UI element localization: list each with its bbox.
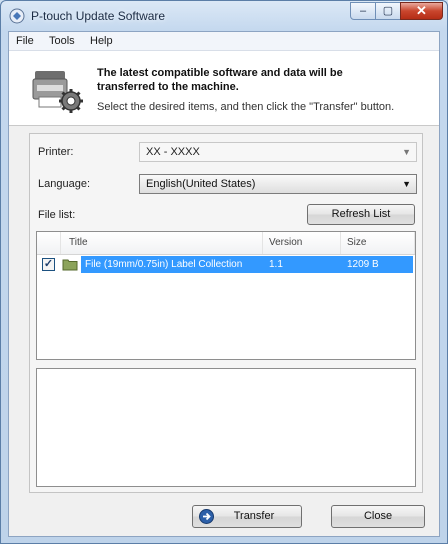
file-list[interactable]: Title Version Size ✓ File (19mm/0.75in) …: [36, 231, 416, 360]
menu-bar: File Tools Help: [9, 32, 439, 51]
printer-select[interactable]: XX - XXXX ▼: [139, 142, 417, 162]
row-version: 1.1: [269, 259, 283, 270]
language-select[interactable]: English(United States) ▼: [139, 174, 417, 194]
column-checkbox[interactable]: [37, 232, 61, 254]
header-subtitle: Select the desired items, and then click…: [97, 101, 395, 113]
menu-file[interactable]: File: [16, 35, 34, 47]
title-bar[interactable]: P-touch Update Software – ▢ ✕: [1, 1, 447, 31]
minimize-button[interactable]: –: [350, 2, 376, 20]
column-title[interactable]: Title: [61, 232, 263, 254]
chevron-down-icon: ▼: [402, 179, 411, 189]
column-version[interactable]: Version: [263, 232, 341, 254]
language-label: Language:: [38, 178, 90, 190]
row-size: 1209 B: [347, 259, 379, 270]
transfer-arrow-icon: [199, 509, 214, 524]
folder-icon: [62, 259, 78, 271]
menu-tools[interactable]: Tools: [49, 35, 75, 47]
header-banner: The latest compatible software and data …: [9, 51, 439, 126]
close-button[interactable]: Close: [331, 505, 425, 528]
row-title: File (19mm/0.75in) Label Collection: [85, 259, 243, 270]
window-title: P-touch Update Software: [31, 9, 166, 23]
printer-label: Printer:: [38, 146, 74, 158]
main-panel: Printer: XX - XXXX ▼ Language: English(U…: [29, 133, 423, 493]
language-value: English(United States): [146, 178, 256, 190]
transfer-label: Transfer: [233, 510, 275, 522]
chevron-down-icon: ▼: [402, 147, 411, 157]
list-header: Title Version Size: [37, 232, 415, 255]
menu-help[interactable]: Help: [90, 35, 113, 47]
printer-gear-icon: [32, 71, 83, 113]
refresh-list-button[interactable]: Refresh List: [307, 204, 415, 225]
app-icon: [9, 8, 25, 24]
client-area: File Tools Help The latest compatible so…: [8, 31, 440, 537]
file-list-label: File list:: [38, 209, 76, 221]
printer-value: XX - XXXX: [146, 146, 200, 158]
close-window-button[interactable]: ✕: [400, 2, 443, 20]
description-box[interactable]: [36, 368, 416, 487]
table-row[interactable]: ✓ File (19mm/0.75in) Label Collection 1.…: [37, 256, 415, 273]
row-checkbox[interactable]: ✓: [42, 258, 55, 271]
header-title: The latest compatible software and data …: [97, 67, 343, 93]
column-size[interactable]: Size: [341, 232, 415, 254]
transfer-button[interactable]: Transfer: [192, 505, 302, 528]
app-window: P-touch Update Software – ▢ ✕ File Tools…: [0, 0, 448, 544]
maximize-button[interactable]: ▢: [375, 2, 401, 20]
